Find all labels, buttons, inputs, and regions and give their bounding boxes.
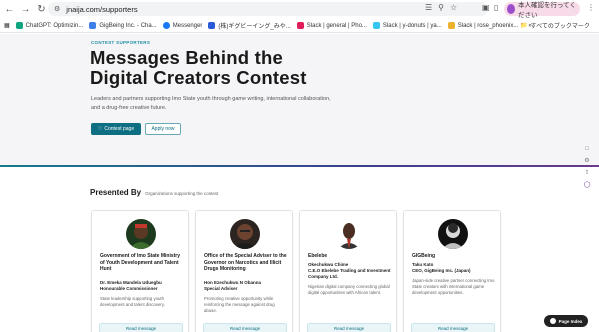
- hero-subtitle: Leaders and partners supporting Imo Stat…: [91, 96, 331, 111]
- read-message-button[interactable]: Read message: [203, 323, 287, 332]
- avatar: [507, 4, 515, 14]
- tool-icon[interactable]: □: [585, 146, 589, 152]
- supporter-org: GIGBeing: [412, 253, 436, 259]
- supporter-description: Promoting creative opportunity while rei…: [204, 296, 275, 313]
- page-index-icon: [549, 318, 556, 324]
- supporter-card: Ebelebe Okechukwu Chime C.E.O Ebelebe Tr…: [299, 210, 397, 332]
- read-message-button[interactable]: Read message: [307, 323, 391, 332]
- bookmarks-bar: ▦ ChatGPT: Optimizin... GigBeing Inc. - …: [0, 19, 599, 33]
- bookmark-favicon-icon: [447, 22, 455, 29]
- presented-subheading: Organizations supporting the contest: [145, 191, 219, 196]
- supporter-cards: Government of Imo State Ministry of Yout…: [91, 210, 501, 332]
- hero-eyebrow: CONTEST SUPPORTERS: [91, 40, 151, 45]
- address-bar-actions: ☰ ⚲ ☆: [425, 3, 457, 12]
- supporter-description: State leadership supporting youth develo…: [100, 296, 165, 307]
- zoom-icon[interactable]: ⚲: [438, 3, 444, 12]
- apply-now-button[interactable]: Apply now: [145, 123, 181, 135]
- supporter-org: Office of the Special Adviser to the Gov…: [204, 253, 287, 272]
- menu-icon[interactable]: ⋮: [587, 3, 595, 12]
- folder-icon: 📁: [520, 23, 528, 29]
- supporter-role: Honourable Commissioner: [100, 286, 158, 291]
- reload-icon[interactable]: ↻: [35, 2, 48, 16]
- bookmark-item[interactable]: Slack | rose_phoenix...: [447, 22, 518, 29]
- address-bar[interactable]: ⚙ jnaija.com/supporters: [48, 2, 488, 16]
- supporter-photo: [334, 219, 364, 249]
- bookmark-favicon-icon: [15, 22, 23, 29]
- bookmark-item[interactable]: Messenger: [162, 22, 202, 29]
- bookmark-item[interactable]: Slack | general | Pho...: [296, 22, 367, 29]
- split-view-icon[interactable]: ▯: [494, 3, 498, 12]
- assistant-icon[interactable]: ◯: [584, 181, 591, 188]
- read-message-button[interactable]: Read message: [411, 323, 495, 332]
- bookmark-favicon-icon: [296, 22, 304, 29]
- bookmark-favicon-icon: [372, 22, 380, 29]
- side-toolbar: □ ⚙ ⇧ ◯: [582, 146, 592, 188]
- contest-page-button[interactable]: ♡ Contest page: [91, 123, 141, 135]
- page-content: CONTEST SUPPORTERS Messages Behind the D…: [0, 34, 599, 332]
- back-icon[interactable]: ←: [3, 2, 16, 16]
- bookmark-favicon-icon: [208, 22, 216, 29]
- page-title: Messages Behind the Digital Creators Con…: [90, 47, 307, 88]
- heart-icon: ♡: [97, 126, 103, 132]
- site-info-icon[interactable]: ⚙: [54, 5, 60, 13]
- bookmark-item[interactable]: ChatGPT: Optimizin...: [15, 22, 83, 29]
- supporter-org: Government of Imo State Ministry of Yout…: [100, 253, 181, 272]
- supporter-photo: [230, 219, 260, 249]
- profile-button[interactable]: 本人確認を行ってください: [504, 2, 580, 19]
- profile-label: 本人確認を行ってください: [518, 2, 576, 19]
- settings-icon[interactable]: ⚙: [584, 157, 589, 164]
- translate-icon[interactable]: ☰: [425, 3, 432, 12]
- forward-icon[interactable]: →: [19, 2, 32, 16]
- hero-section: CONTEST SUPPORTERS Messages Behind the D…: [0, 34, 599, 166]
- page-index-button[interactable]: Page Index: [544, 315, 588, 327]
- supporter-photo: [126, 219, 156, 249]
- upload-icon[interactable]: ⇧: [584, 169, 589, 176]
- address-row: ← → ↻ ⚙ jnaija.com/supporters ☰ ⚲ ☆ ▣ ▯ …: [0, 0, 599, 19]
- presented-heading: Presented By: [90, 188, 142, 197]
- read-message-button[interactable]: Read message: [99, 323, 183, 332]
- supporter-description: Japan-side creative partner connecting I…: [412, 278, 495, 295]
- supporter-role: Special Adviser: [204, 286, 238, 291]
- apps-icon[interactable]: ▦: [4, 22, 10, 29]
- bookmark-item[interactable]: Slack | y-donuts | ya...: [372, 22, 442, 29]
- supporter-card: Government of Imo State Ministry of Yout…: [91, 210, 189, 332]
- supporter-description: Nigerian digital company connecting glob…: [308, 284, 390, 295]
- bookmark-item[interactable]: (株)ギグビーイング_みや...: [208, 21, 291, 30]
- extensions-icon[interactable]: ▣: [482, 3, 490, 12]
- bookmark-favicon-icon: [89, 22, 97, 29]
- supporter-role: C.E.O Ebelebe Trading and Investment Com…: [308, 268, 391, 279]
- hero-divider: [0, 165, 599, 167]
- url-text: jnaija.com/supporters: [66, 4, 138, 14]
- supporter-role: CEO, GigBeing Inc. (Japan): [412, 268, 471, 273]
- bookmark-star-icon[interactable]: ☆: [450, 3, 457, 12]
- supporter-card: GIGBeing Taku Kato CEO, GigBeing Inc. (J…: [403, 210, 501, 332]
- presented-by-header: Presented By Organizations supporting th…: [90, 188, 218, 197]
- supporter-org: Ebelebe: [308, 253, 328, 259]
- all-bookmarks[interactable]: 📁 すべてのブックマーク: [520, 21, 590, 30]
- browser-chrome: ← → ↻ ⚙ jnaija.com/supporters ☰ ⚲ ☆ ▣ ▯ …: [0, 0, 599, 34]
- bookmark-favicon-icon: [162, 22, 170, 29]
- supporter-card: Office of the Special Adviser to the Gov…: [195, 210, 293, 332]
- supporter-photo: [438, 219, 468, 249]
- bookmark-item[interactable]: GigBeing Inc. - Cha...: [89, 22, 157, 29]
